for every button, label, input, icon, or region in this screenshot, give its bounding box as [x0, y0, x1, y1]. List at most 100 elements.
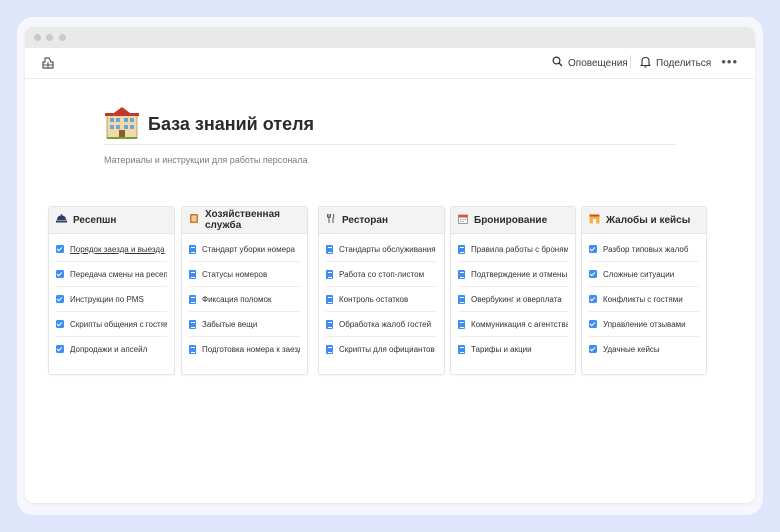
housekeeping-icon	[189, 213, 199, 227]
utensils-icon	[326, 213, 336, 227]
document-icon	[326, 269, 333, 279]
checkbox-icon	[589, 245, 597, 253]
item-label: Контроль остатков	[339, 294, 409, 304]
list-item[interactable]: Контроль остатков	[326, 287, 437, 312]
card-title: Ресторан	[342, 214, 388, 226]
list-item[interactable]: Стандарты обслуживания	[326, 237, 437, 262]
list-item[interactable]: Обработка жалоб гостей	[326, 312, 437, 337]
card-header[interactable]: Ресепшн	[49, 207, 174, 234]
document-icon	[326, 344, 333, 354]
item-label: Скрипты общения с гостями	[70, 319, 167, 329]
list-item[interactable]: Стандарт уборки номера	[189, 237, 300, 262]
card-header[interactable]: Ресторан	[319, 207, 444, 234]
list-item[interactable]: Передача смены на ресепшн	[56, 262, 167, 287]
document-icon	[189, 269, 196, 279]
window-titlebar	[25, 27, 755, 48]
list-item[interactable]: Порядок заезда и выезда	[56, 237, 167, 262]
share-button[interactable]: Поделиться	[640, 56, 711, 71]
item-label: Инструкции по PMS	[70, 294, 144, 304]
list-item[interactable]: Работа со стоп-листом	[326, 262, 437, 287]
checkbox-icon	[589, 345, 597, 353]
list-item[interactable]: Удачные кейсы	[589, 337, 699, 361]
list-item[interactable]: Разбор типовых жалоб	[589, 237, 699, 262]
list-item[interactable]: Конфликты с гостями	[589, 287, 699, 312]
window-maximize-dot[interactable]	[59, 34, 66, 41]
category-card-housekeeping: Хозяйственная служба Стандарт уборки ном…	[181, 206, 308, 375]
bell-icon	[640, 56, 651, 71]
checkbox-icon	[589, 295, 597, 303]
toolbar-divider	[630, 55, 631, 69]
document-icon	[189, 294, 196, 304]
list-item[interactable]: Скрипты общения с гостями	[56, 312, 167, 337]
item-label: Забытые вещи	[202, 319, 258, 329]
list-item[interactable]: Сложные ситуации	[589, 262, 699, 287]
card-title: Хозяйственная служба	[205, 209, 280, 231]
card-header[interactable]: Хозяйственная служба	[182, 207, 307, 234]
document-icon	[458, 319, 465, 329]
category-card-reception: Ресепшн Порядок заезда и выезда Передача…	[48, 206, 175, 375]
list-item[interactable]: Подтверждение и отмены	[458, 262, 568, 287]
list-item[interactable]: Допродажи и апсейл	[56, 337, 167, 361]
list-item[interactable]: Подготовка номера к заезду	[189, 337, 300, 361]
document-icon	[189, 344, 196, 354]
top-toolbar: Оповещения Поделиться •••	[25, 48, 755, 79]
document-icon	[326, 294, 333, 304]
list-item[interactable]: Тарифы и акции	[458, 337, 568, 361]
document-icon	[458, 294, 465, 304]
document-icon	[458, 344, 465, 354]
title-divider	[104, 144, 676, 145]
reception-icon	[56, 213, 67, 227]
list-item[interactable]: Овербукинг и оверплата	[458, 287, 568, 312]
list-item[interactable]: Скрипты для официантов	[326, 337, 437, 361]
document-icon	[458, 269, 465, 279]
document-icon	[189, 319, 196, 329]
item-label: Подтверждение и отмены	[471, 269, 568, 279]
checkbox-icon	[56, 270, 64, 278]
item-label: Обработка жалоб гостей	[339, 319, 432, 329]
checkbox-icon	[56, 295, 64, 303]
hotel-icon	[104, 106, 140, 140]
document-icon	[189, 244, 196, 254]
workspace-logo-icon[interactable]	[40, 56, 56, 70]
card-header[interactable]: Бронирование	[451, 207, 575, 234]
document-icon	[326, 244, 333, 254]
item-label: Передача смены на ресепшн	[70, 269, 167, 279]
item-label: Управление отзывами	[603, 319, 686, 329]
card-header[interactable]: Жалобы и кейсы	[582, 207, 706, 234]
item-label: Подготовка номера к заезду	[202, 344, 300, 354]
list-item[interactable]: Фиксация поломок	[189, 287, 300, 312]
list-item[interactable]: Управление отзывами	[589, 312, 699, 337]
list-item[interactable]: Статусы номеров	[189, 262, 300, 287]
item-label: Разбор типовых жалоб	[603, 244, 689, 254]
document-icon	[326, 319, 333, 329]
item-label: Конфликты с гостями	[603, 294, 683, 304]
item-label: Сложные ситуации	[603, 269, 675, 279]
category-card-restaurant: Ресторан Стандарты обслуживания Работа с…	[318, 206, 445, 375]
item-label: Порядок заезда и выезда	[70, 244, 165, 254]
item-label: Скрипты для официантов	[339, 344, 435, 354]
notifications-button[interactable]: Оповещения	[552, 56, 628, 70]
category-card-booking: Бронирование Правила работы с бронями По…	[450, 206, 576, 375]
checkbox-icon	[589, 320, 597, 328]
list-item[interactable]: Коммуникация с агентствами	[458, 312, 568, 337]
item-label: Тарифы и акции	[471, 344, 532, 354]
search-icon	[552, 56, 563, 70]
checkbox-icon	[56, 245, 64, 253]
list-item[interactable]: Забытые вещи	[189, 312, 300, 337]
item-label: Стандарты обслуживания	[339, 244, 436, 254]
checkbox-icon	[56, 345, 64, 353]
list-item[interactable]: Правила работы с бронями	[458, 237, 568, 262]
more-options-button[interactable]: •••	[721, 54, 738, 69]
card-title: Бронирование	[474, 214, 548, 226]
item-label: Фиксация поломок	[202, 294, 272, 304]
page-title: База знаний отеля	[148, 114, 315, 134]
checkbox-icon	[56, 320, 64, 328]
window-minimize-dot[interactable]	[46, 34, 53, 41]
item-label: Допродажи и апсейл	[70, 344, 148, 354]
app-window: Оповещения Поделиться ••• База знаний от…	[25, 27, 755, 503]
list-item[interactable]: Инструкции по PMS	[56, 287, 167, 312]
notifications-label: Оповещения	[568, 57, 628, 69]
checkbox-icon	[589, 270, 597, 278]
item-label: Овербукинг и оверплата	[471, 294, 562, 304]
window-close-dot[interactable]	[34, 34, 41, 41]
